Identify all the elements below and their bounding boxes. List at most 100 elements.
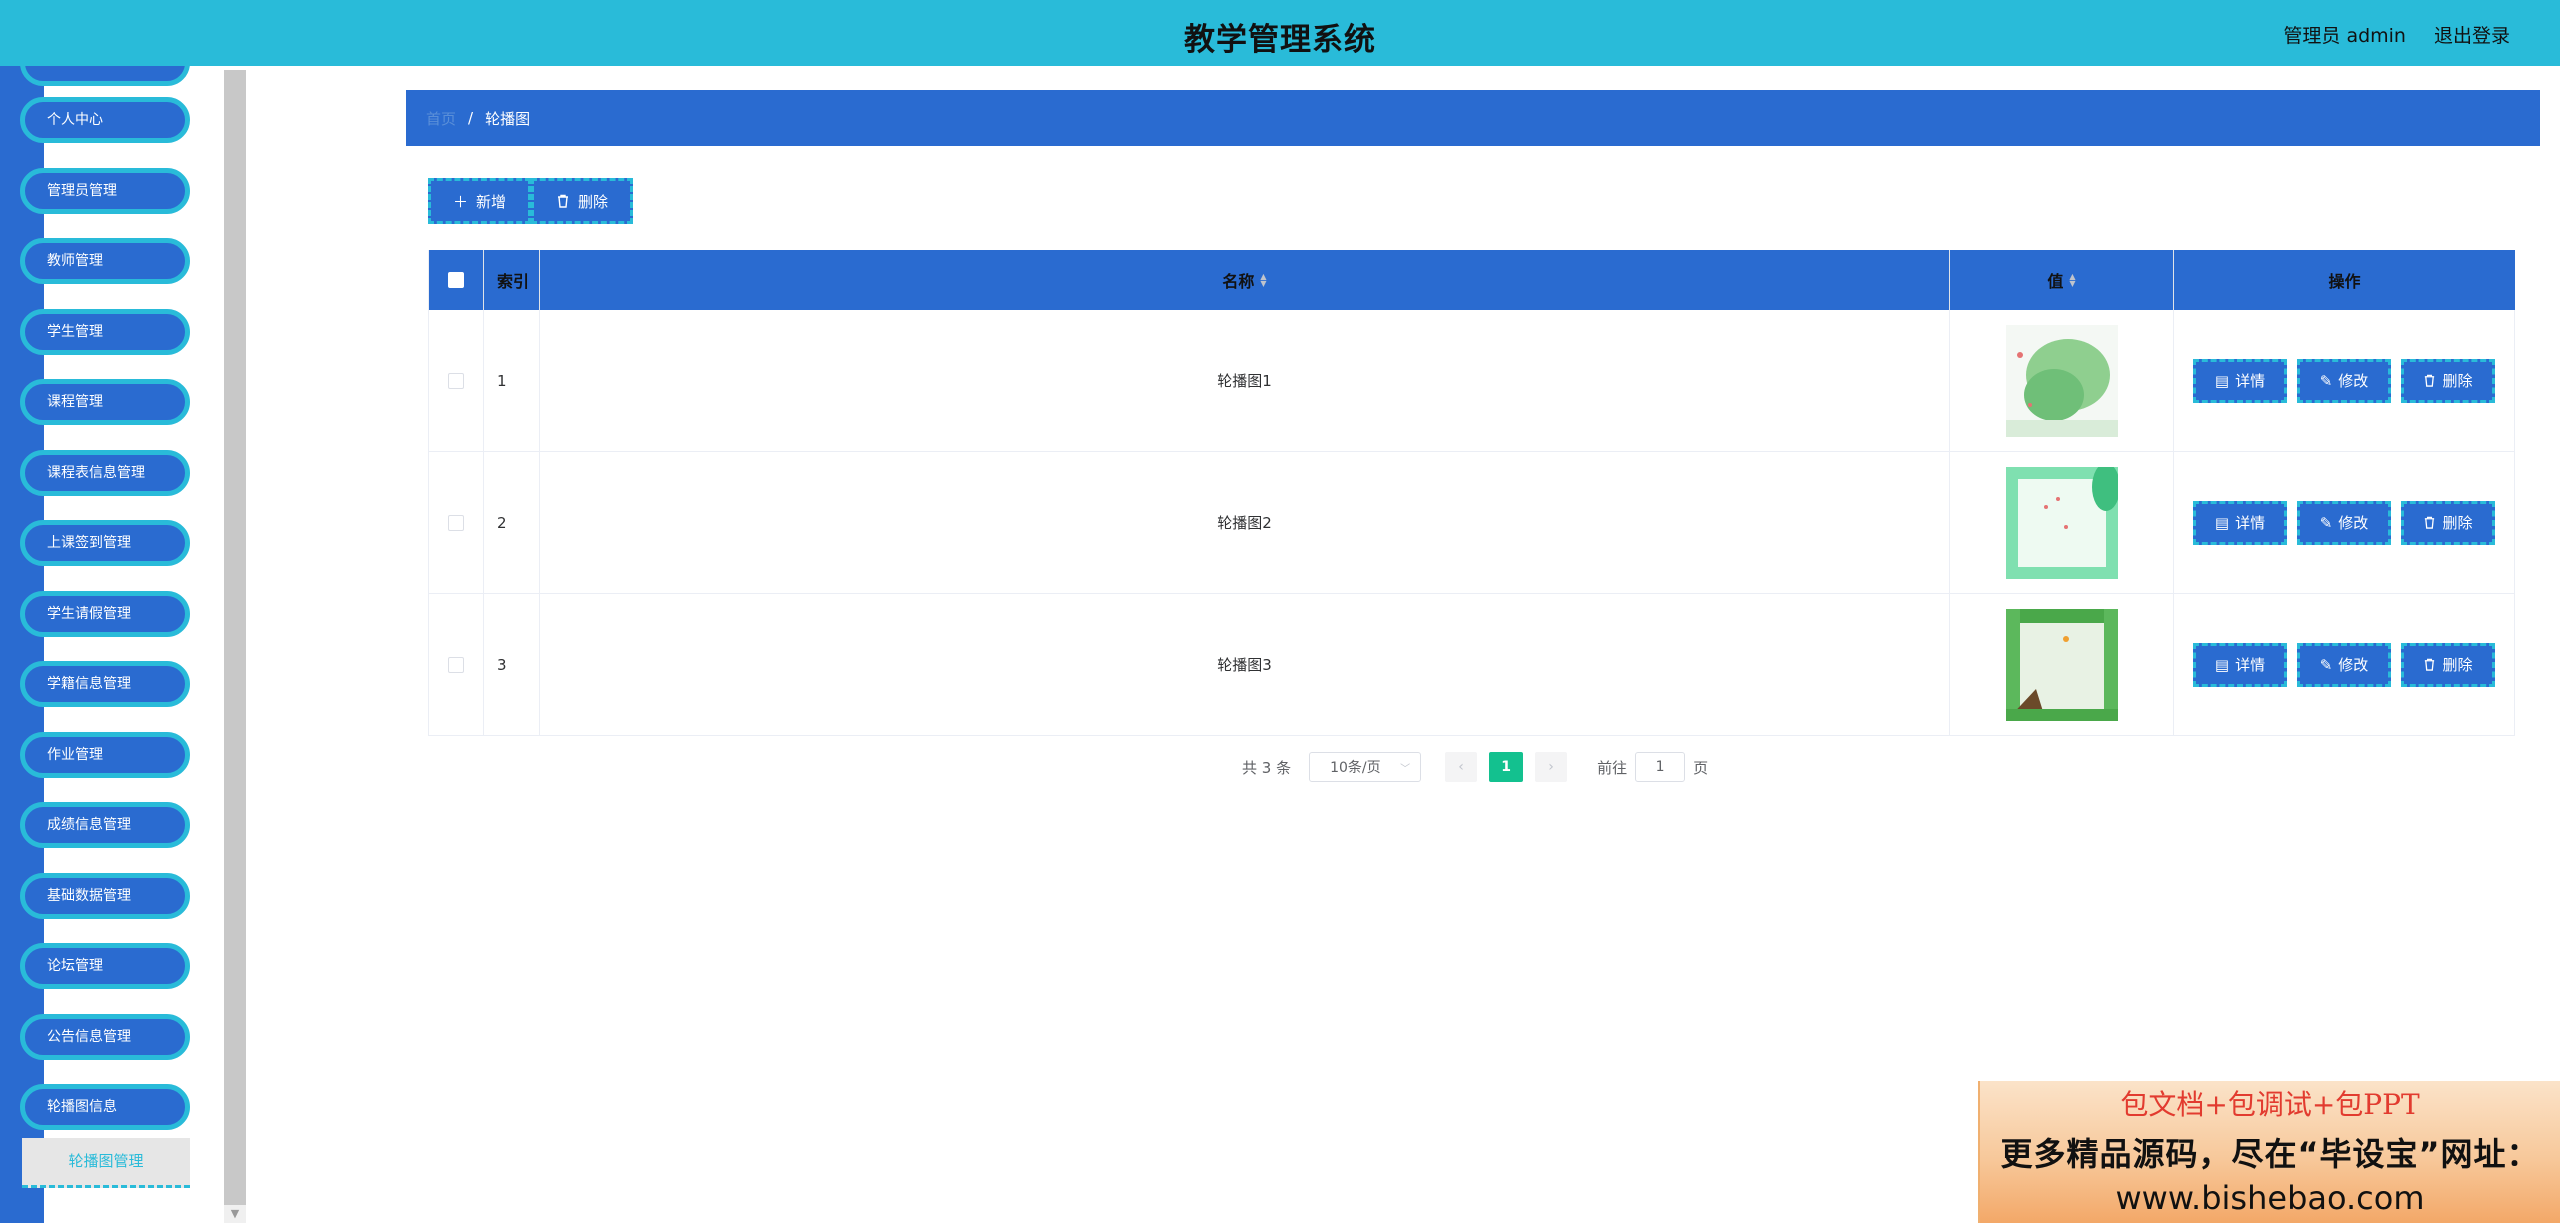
app-title: 教学管理系统 bbox=[1184, 22, 1376, 58]
table-row: 3 轮播图3 ▤ 详情 ✎ 修改 删除 bbox=[428, 594, 2515, 736]
carousel-thumbnail bbox=[2005, 608, 2118, 721]
sidebar-item-partial[interactable] bbox=[20, 66, 190, 86]
row-select[interactable] bbox=[428, 594, 484, 735]
detail-button[interactable]: ▤ 详情 bbox=[2193, 642, 2287, 687]
edit-label: 修改 bbox=[2338, 656, 2369, 674]
page-size-select[interactable]: 10条/页 ﹀ bbox=[1309, 752, 1422, 782]
scroll-down-icon[interactable]: ▼ bbox=[224, 1205, 246, 1223]
sidebar-item-timetable[interactable]: 课程表信息管理 bbox=[20, 450, 190, 496]
page-jump: 前往 页 bbox=[1597, 752, 1708, 782]
delete-button[interactable]: 删除 bbox=[2401, 500, 2495, 545]
carousel-thumbnail bbox=[2005, 324, 2118, 437]
row-select[interactable] bbox=[428, 452, 484, 593]
row-value bbox=[1950, 452, 2174, 593]
promo-line-1: 包文档+包调试+包PPT bbox=[2120, 1088, 2420, 1121]
chevron-right-icon: › bbox=[1548, 759, 1554, 775]
sidebar-item-notices[interactable]: 公告信息管理 bbox=[20, 1014, 190, 1060]
pencil-icon: ✎ bbox=[2319, 371, 2333, 390]
sidebar-item-students[interactable]: 学生管理 bbox=[20, 309, 190, 355]
sidebar-item-leave[interactable]: 学生请假管理 bbox=[20, 591, 190, 637]
sort-caret-icon[interactable]: ▲ ▼ bbox=[2069, 273, 2075, 288]
next-page-button[interactable]: › bbox=[1535, 752, 1568, 782]
prev-page-button[interactable]: ‹ bbox=[1445, 752, 1478, 782]
row-name: 轮播图2 bbox=[540, 452, 1950, 593]
sidebar-item-basic-data[interactable]: 基础数据管理 bbox=[20, 873, 190, 919]
breadcrumb: 首页 / 轮播图 bbox=[406, 90, 2540, 146]
detail-label: 详情 bbox=[2235, 514, 2266, 532]
promo-line-2: 更多精品源码，尽在“毕设宝”网址： bbox=[2000, 1135, 2540, 1173]
header-name-label: 名称 bbox=[1222, 272, 1255, 291]
carousel-table: 索引 名称 ▲ ▼ 值 ▲ ▼ 操作 1 轮播图1 ▤ 详情 ✎ 修改 删除 2… bbox=[428, 250, 2515, 736]
row-index: 2 bbox=[484, 452, 540, 593]
row-value bbox=[1950, 594, 2174, 735]
delete-button[interactable]: 删除 bbox=[2401, 358, 2495, 403]
pagination: 共 3 条 10条/页 ﹀ ‹ 1 › 前往 页 bbox=[1242, 752, 1708, 782]
edit-label: 修改 bbox=[2338, 372, 2369, 390]
header-value-label: 值 bbox=[2047, 272, 2064, 291]
row-index: 3 bbox=[484, 594, 540, 735]
sidebar: 个人中心 管理员管理 教师管理 学生管理 课程管理 课程表信息管理 上课签到管理… bbox=[0, 66, 224, 1223]
table-header: 索引 名称 ▲ ▼ 值 ▲ ▼ 操作 bbox=[428, 250, 2515, 310]
row-name: 轮播图1 bbox=[540, 310, 1950, 451]
detail-button[interactable]: ▤ 详情 bbox=[2193, 500, 2287, 545]
row-actions: ▤ 详情 ✎ 修改 删除 bbox=[2174, 310, 2515, 451]
page-number-current[interactable]: 1 bbox=[1489, 752, 1524, 782]
sidebar-item-enrollment[interactable]: 学籍信息管理 bbox=[20, 661, 190, 707]
chevron-left-icon: ‹ bbox=[1458, 759, 1464, 775]
document-icon: ▤ bbox=[2214, 371, 2230, 390]
trash-icon bbox=[558, 194, 569, 208]
sidebar-item-forum[interactable]: 论坛管理 bbox=[20, 943, 190, 989]
edit-button[interactable]: ✎ 修改 bbox=[2297, 358, 2391, 403]
goto-label: 前往 bbox=[1597, 758, 1628, 777]
select-all-checkbox[interactable] bbox=[448, 272, 464, 288]
sort-caret-icon[interactable]: ▲ ▼ bbox=[1260, 273, 1266, 288]
sidebar-item-homework[interactable]: 作业管理 bbox=[20, 732, 190, 778]
document-icon: ▤ bbox=[2214, 513, 2230, 532]
sidebar-item-grades[interactable]: 成绩信息管理 bbox=[20, 802, 190, 848]
sidebar-subitem-carousel-manage[interactable]: 轮播图管理 bbox=[22, 1138, 190, 1188]
sidebar-item-courses[interactable]: 课程管理 bbox=[20, 379, 190, 425]
breadcrumb-separator: / bbox=[468, 109, 474, 127]
header-ops: 操作 bbox=[2328, 272, 2361, 291]
row-checkbox[interactable] bbox=[448, 372, 464, 389]
edit-label: 修改 bbox=[2338, 514, 2369, 532]
delete-label: 删除 bbox=[2442, 372, 2473, 390]
goto-page-input[interactable] bbox=[1635, 752, 1686, 782]
detail-button[interactable]: ▤ 详情 bbox=[2193, 358, 2287, 403]
trash-icon bbox=[2425, 658, 2435, 671]
sidebar-item-attendance[interactable]: 上课签到管理 bbox=[20, 520, 190, 566]
delete-label: 删除 bbox=[2442, 514, 2473, 532]
page-unit-label: 页 bbox=[1693, 758, 1709, 777]
row-checkbox[interactable] bbox=[448, 514, 464, 531]
sidebar-item-carousel-info[interactable]: 轮播图信息 bbox=[20, 1084, 190, 1130]
trash-icon bbox=[2425, 374, 2435, 387]
add-button[interactable]: ＋ 新增 bbox=[428, 178, 532, 224]
sidebar-scrollbar[interactable]: ▼ bbox=[224, 70, 246, 1223]
page-size-value: 10条/页 bbox=[1330, 760, 1381, 776]
header-value[interactable]: 值 ▲ ▼ bbox=[1950, 250, 2174, 310]
promo-url: www.bishebao.com bbox=[2115, 1179, 2425, 1217]
delete-button-label: 删除 bbox=[578, 192, 609, 211]
header-name[interactable]: 名称 ▲ ▼ bbox=[540, 250, 1950, 310]
edit-button[interactable]: ✎ 修改 bbox=[2297, 642, 2391, 687]
toolbar: ＋ 新增 删除 bbox=[428, 178, 634, 224]
row-select[interactable] bbox=[428, 310, 484, 451]
delete-button[interactable]: 删除 bbox=[2401, 642, 2495, 687]
batch-delete-button[interactable]: 删除 bbox=[531, 178, 634, 224]
carousel-thumbnail bbox=[2005, 466, 2118, 579]
sidebar-item-profile[interactable]: 个人中心 bbox=[20, 97, 190, 143]
pencil-icon: ✎ bbox=[2319, 513, 2333, 532]
logout-link[interactable]: 退出登录 bbox=[2434, 21, 2510, 48]
plus-icon: ＋ bbox=[453, 192, 469, 211]
header-select-all[interactable] bbox=[428, 250, 484, 310]
detail-label: 详情 bbox=[2235, 372, 2266, 390]
breadcrumb-home[interactable]: 首页 bbox=[426, 108, 456, 129]
chevron-down-icon: ﹀ bbox=[1400, 763, 1411, 775]
edit-button[interactable]: ✎ 修改 bbox=[2297, 500, 2391, 545]
sidebar-item-admins[interactable]: 管理员管理 bbox=[20, 168, 190, 214]
pagination-total: 共 3 条 bbox=[1242, 758, 1292, 777]
header-actions: 管理员 admin 退出登录 bbox=[2283, 21, 2510, 48]
row-actions: ▤ 详情 ✎ 修改 删除 bbox=[2174, 452, 2515, 593]
row-checkbox[interactable] bbox=[448, 656, 464, 673]
sidebar-item-teachers[interactable]: 教师管理 bbox=[20, 238, 190, 284]
